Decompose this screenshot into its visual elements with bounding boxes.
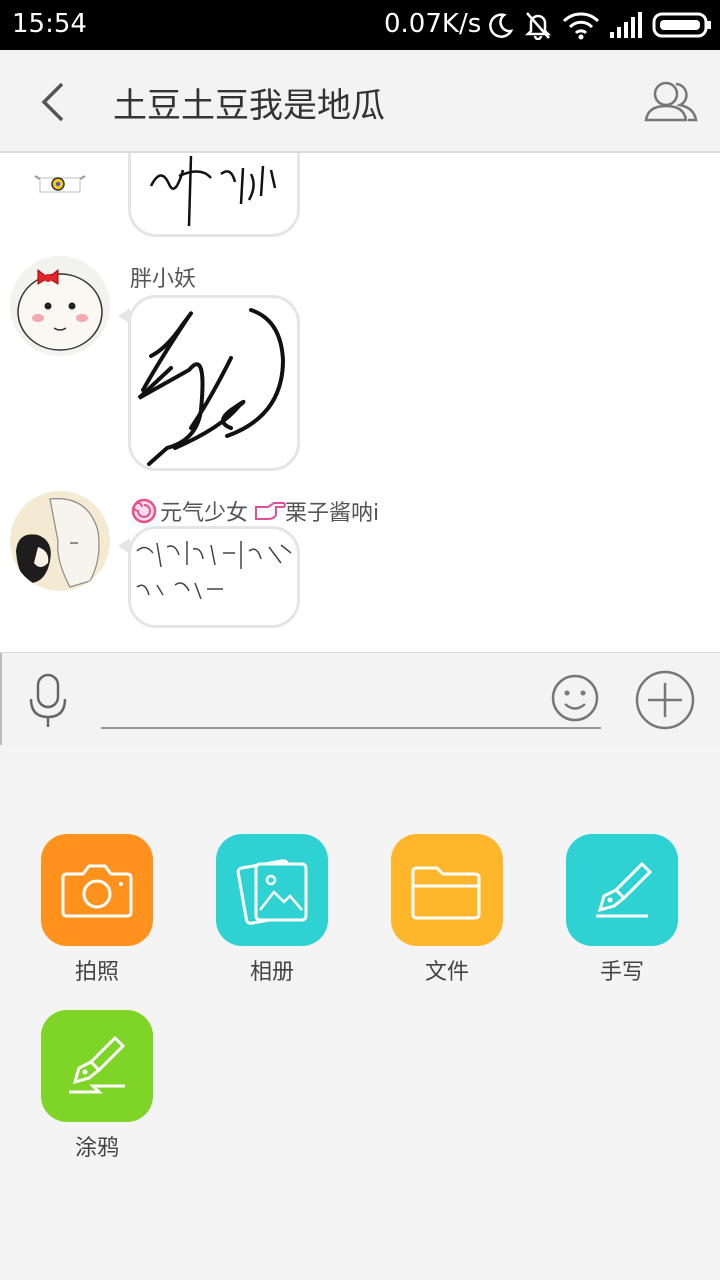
mute-bell-icon: [524, 12, 552, 40]
input-bar: [0, 652, 720, 749]
handwriting-label: 手写: [599, 960, 644, 985]
handwriting-bubble[interactable]: [128, 526, 300, 628]
camera-icon: [61, 864, 133, 918]
status-bar: 15:54 0.07K/s: [0, 0, 720, 50]
handwriting-pen-icon: [596, 861, 653, 918]
bun-face-avatar[interactable]: [10, 256, 110, 356]
album-button[interactable]: [216, 834, 328, 946]
battery-icon: [652, 12, 711, 38]
sender-name: 元气少女: [160, 501, 249, 526]
emoji-icon[interactable]: [550, 673, 600, 723]
message-list[interactable]: 胖小妖 元气少女 栗子酱呐i: [0, 153, 720, 652]
handwriting-button[interactable]: [566, 834, 678, 946]
camera-label: 拍照: [74, 960, 119, 985]
camera-button[interactable]: [41, 834, 153, 946]
album-label: 相册: [249, 960, 294, 985]
doodle-label: 涂鸦: [74, 1136, 119, 1161]
status-time: 15:54: [12, 9, 87, 39]
back-arrow-icon[interactable]: [36, 80, 70, 124]
lollipop-icon: [131, 498, 157, 524]
attachment-panel: 拍照 相册 文件 手写 涂鸦: [0, 748, 720, 1280]
sender-name: 胖小妖: [130, 267, 197, 292]
file-button[interactable]: [391, 834, 503, 946]
album-icon: [236, 859, 308, 925]
message-input[interactable]: [101, 727, 601, 729]
add-more-icon[interactable]: [634, 669, 696, 731]
chat-header: 土豆土豆我是地瓜: [0, 50, 720, 153]
signal-icon: [610, 12, 642, 38]
microphone-icon[interactable]: [28, 673, 68, 729]
handwriting-bubble[interactable]: [128, 153, 300, 237]
anime-couple-avatar[interactable]: [10, 491, 110, 591]
folder-icon: [411, 866, 481, 920]
moon-icon: [489, 13, 514, 38]
doraemon-avatar[interactable]: [10, 153, 110, 198]
group-members-icon[interactable]: [644, 78, 698, 124]
status-net-speed: 0.07K/s: [384, 9, 482, 39]
handwriting-bubble[interactable]: [128, 295, 300, 471]
doodle-button[interactable]: [41, 1010, 153, 1122]
chat-title: 土豆土豆我是地瓜: [113, 86, 385, 126]
file-label: 文件: [424, 960, 469, 985]
input-bar-divider: [0, 653, 2, 745]
doodle-pen-icon: [69, 1035, 126, 1094]
pointing-hand-icon: [255, 502, 286, 520]
wifi-icon: [562, 12, 600, 40]
sender-name-suffix: 栗子酱呐i: [285, 501, 380, 526]
